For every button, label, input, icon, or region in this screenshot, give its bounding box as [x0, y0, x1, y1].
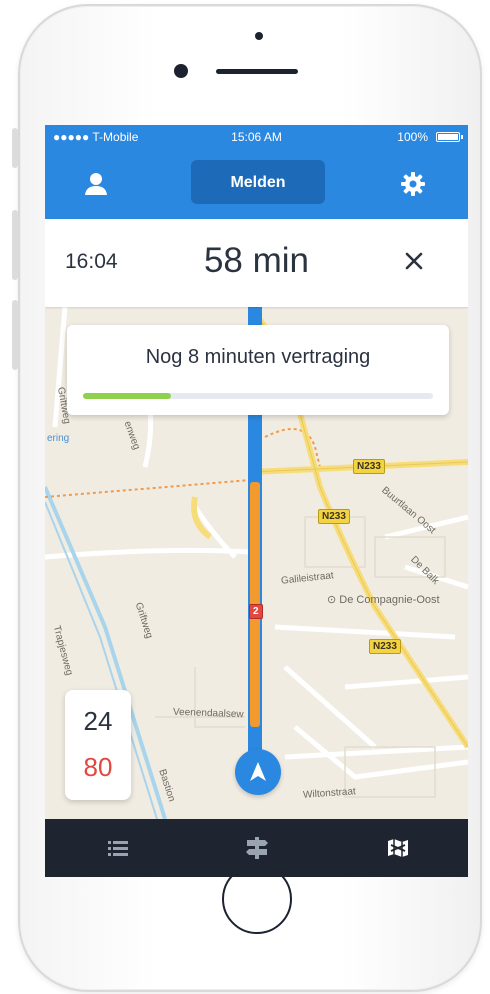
delay-notification[interactable]: Nog 8 minuten vertraging	[67, 325, 449, 415]
status-bar: ●●●●● T-Mobile 15:06 AM 100%	[45, 125, 468, 149]
road-badge: N233	[353, 459, 385, 474]
report-button[interactable]: Melden	[191, 160, 325, 204]
road-badge: 2	[249, 604, 263, 619]
list-icon[interactable]	[105, 836, 131, 860]
front-sensor	[255, 32, 263, 40]
delay-message: Nog 8 minuten vertraging	[145, 346, 371, 368]
map-icon[interactable]	[385, 836, 411, 860]
close-icon[interactable]	[402, 249, 426, 273]
front-camera	[174, 64, 188, 78]
volume-up-button	[12, 210, 18, 280]
settings-icon[interactable]	[400, 171, 426, 197]
delay-progress-fill	[83, 393, 171, 399]
speed-limit: 80	[83, 752, 113, 782]
current-speed: 24	[83, 706, 113, 736]
signpost-icon[interactable]	[244, 836, 270, 860]
speed-panel: 24 80	[65, 690, 131, 800]
street-label: ering	[47, 433, 70, 444]
place-label-text: De Compagnie-Oost	[339, 594, 440, 606]
mute-switch	[12, 128, 18, 168]
battery-icon	[436, 132, 463, 142]
road-badge: N233	[369, 639, 401, 654]
road-badge: N233	[318, 509, 350, 524]
profile-icon[interactable]	[82, 171, 110, 197]
navigation-arrow-icon	[250, 762, 266, 781]
top-nav-bar: Melden	[45, 149, 468, 219]
volume-down-button	[12, 300, 18, 370]
eta-header: 16:04 58 min	[45, 219, 468, 307]
delay-progress-track	[83, 393, 433, 399]
current-location-marker[interactable]	[235, 749, 281, 795]
earpiece-speaker	[216, 69, 298, 74]
place-label: ⊙ De Compagnie-Oost	[327, 594, 440, 606]
battery-percentage: 100%	[397, 130, 428, 144]
bottom-tab-bar	[45, 819, 468, 877]
app-screen: Griftweg enweg Griftweg Trapjesweg Veene…	[45, 125, 468, 877]
